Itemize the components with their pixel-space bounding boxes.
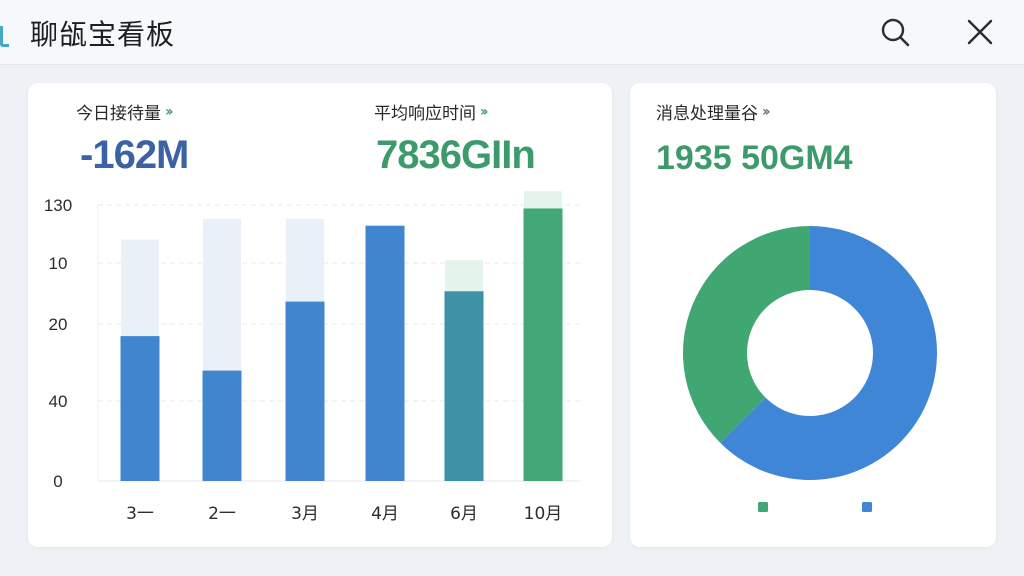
bar-background [121,239,159,337]
donut-slice[interactable] [683,226,810,443]
title-bar: 聊瓵宝看板 [0,0,1024,65]
x-tick-label: 6月 [450,504,478,524]
y-tick-label: 130 [44,196,72,215]
bar[interactable] [120,336,160,481]
donut-chart [683,226,937,512]
bar[interactable] [285,301,325,481]
y-tick-label: 0 [53,472,62,491]
legend-swatch [758,502,768,512]
bar-background [524,191,562,209]
close-button[interactable] [962,14,998,50]
bar[interactable] [523,208,563,481]
bar[interactable] [365,225,405,481]
bar[interactable] [444,291,484,481]
x-tick-label: 4月 [371,504,399,524]
bar-background [286,218,324,302]
search-button[interactable] [877,14,913,50]
bar-chart-card: 今日接待量 ›› -162M 平均响应时间 ›› 7836GIIn 0 40 20 1… [28,83,612,547]
x-tick-label: 10月 [524,504,563,524]
search-icon [881,18,910,47]
x-tick-label: 2一 [208,504,236,524]
bar-chart: 0 40 20 10 130 3一 2一 3月 4月 6月 10月 [44,191,580,524]
x-tick-label: 3月 [291,504,319,524]
bar-background [445,260,483,292]
title-accent-mark [0,26,9,47]
bar-background [203,218,241,371]
close-icon [967,19,993,45]
legend-swatch [862,502,872,512]
y-tick-label: 20 [49,315,68,334]
app-title: 聊瓵宝看板 [30,18,176,51]
bar[interactable] [202,370,242,481]
x-tick-label: 3一 [126,504,154,524]
y-tick-label: 40 [49,392,68,411]
y-tick-label: 10 [49,254,68,273]
donut-chart-card: 消息处理量谷 ›› 1935 50GM4 [630,83,996,547]
